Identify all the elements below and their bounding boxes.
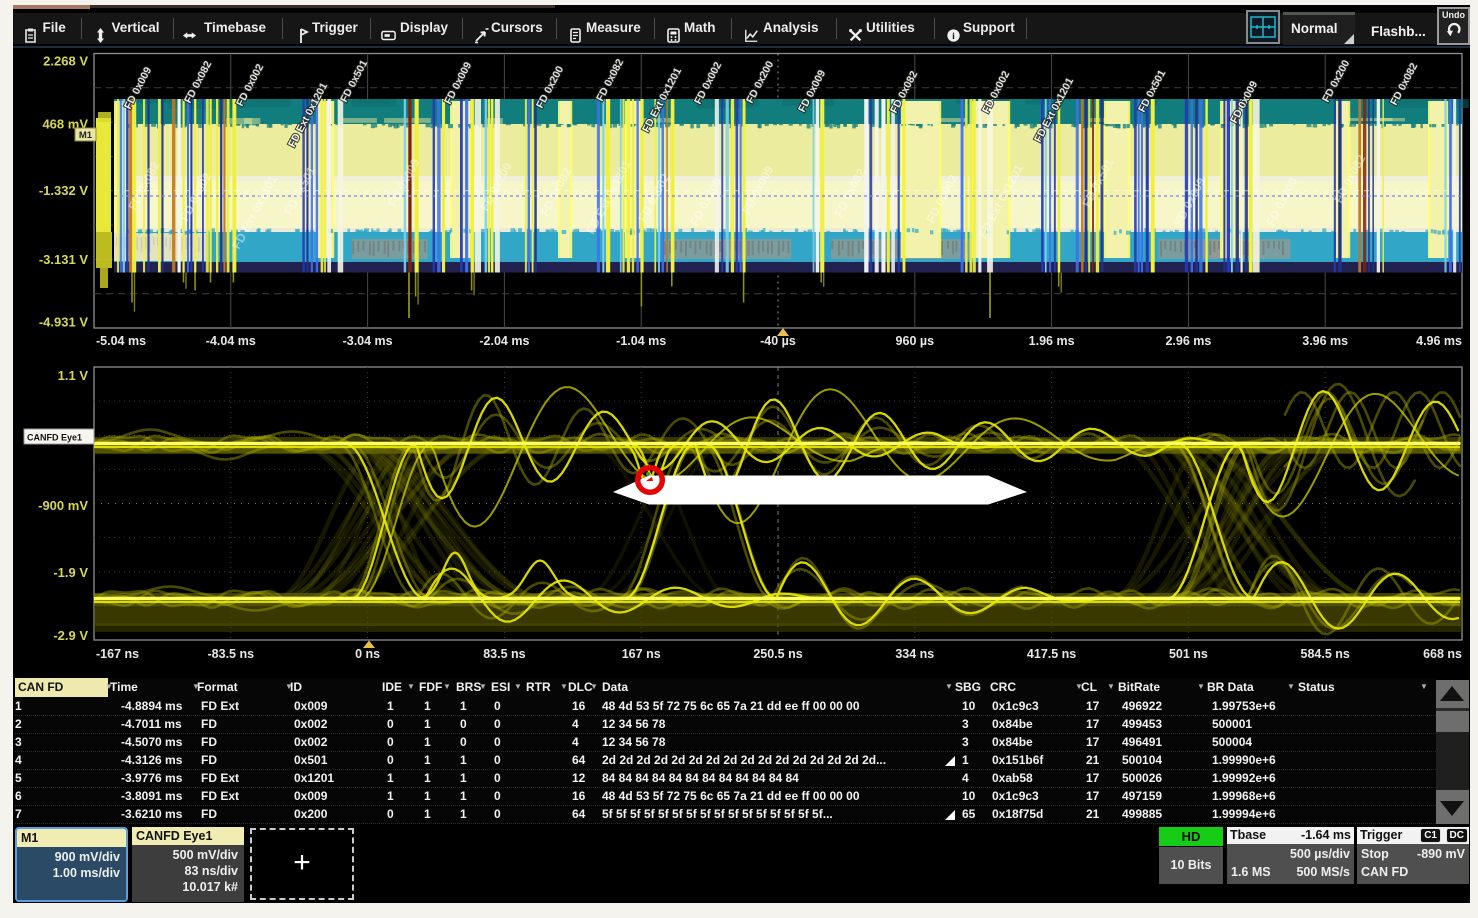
svg-text:250.5 ns: 250.5 ns — [753, 647, 802, 661]
svg-text:-167 ns: -167 ns — [96, 647, 139, 661]
svg-text:-3.131 V: -3.131 V — [39, 252, 88, 267]
svg-text:2.96 ms: 2.96 ms — [1165, 334, 1211, 348]
svg-text:CANFD Eye1: CANFD Eye1 — [27, 433, 82, 443]
svg-text:501 ns: 501 ns — [1169, 647, 1208, 661]
svg-text:-4.04 ms: -4.04 ms — [206, 334, 256, 348]
svg-text:584.5 ns: 584.5 ns — [1301, 647, 1350, 661]
svg-text:1.1 V: 1.1 V — [58, 368, 89, 383]
svg-text:167 ns: 167 ns — [622, 647, 661, 661]
svg-text:i: i — [952, 31, 955, 42]
svg-text:-83.5 ns: -83.5 ns — [208, 647, 255, 661]
svg-text:-2.9 V: -2.9 V — [53, 628, 88, 643]
svg-text:2.268 V: 2.268 V — [43, 54, 88, 69]
svg-text:334 ns: 334 ns — [895, 647, 934, 661]
svg-text:-1.9 V: -1.9 V — [53, 565, 88, 580]
svg-text:4.96 ms: 4.96 ms — [1416, 334, 1462, 348]
svg-text:960 µs: 960 µs — [896, 334, 935, 348]
svg-text:-1.04 ms: -1.04 ms — [616, 334, 666, 348]
svg-text:-900 mV: -900 mV — [38, 498, 88, 513]
svg-text:668 ns: 668 ns — [1423, 647, 1462, 661]
svg-text:-40 µs: -40 µs — [760, 334, 796, 348]
svg-text:-5.04 ms: -5.04 ms — [96, 334, 146, 348]
svg-text:-1.332 V: -1.332 V — [39, 183, 88, 198]
svg-text:0 ns: 0 ns — [355, 647, 380, 661]
svg-text:-4.931 V: -4.931 V — [39, 315, 88, 330]
svg-text:3.96 ms: 3.96 ms — [1302, 334, 1348, 348]
svg-text:M1: M1 — [79, 130, 93, 141]
svg-text:-3.04 ms: -3.04 ms — [343, 334, 393, 348]
svg-text:417.5 ns: 417.5 ns — [1027, 647, 1076, 661]
svg-text:-2.04 ms: -2.04 ms — [479, 334, 529, 348]
svg-text:83.5 ns: 83.5 ns — [483, 647, 525, 661]
svg-text:1.96 ms: 1.96 ms — [1029, 334, 1075, 348]
